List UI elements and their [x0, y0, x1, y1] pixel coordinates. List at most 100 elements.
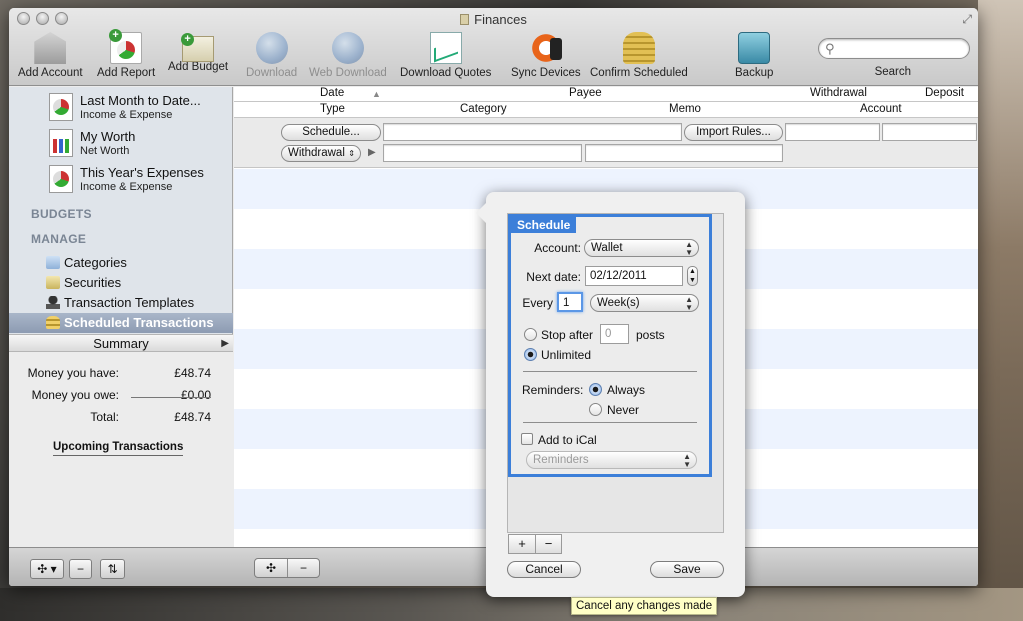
reminders-always-radio[interactable]	[589, 383, 602, 396]
disclosure-triangle-icon[interactable]: ▶	[221, 335, 229, 352]
date-column-header[interactable]: Date	[320, 87, 344, 99]
budgets-heading: BUDGETS	[31, 207, 92, 221]
next-date-field[interactable]: 02/12/2011	[585, 266, 683, 286]
reminders-never-radio[interactable]	[589, 403, 602, 416]
summary-divider	[131, 397, 211, 398]
sort-ascending-icon: ▲	[372, 89, 381, 99]
summary-title: Summary	[93, 336, 149, 351]
coins-icon	[46, 316, 60, 329]
confirm-scheduled-button[interactable]: Confirm Scheduled	[590, 32, 688, 79]
cancel-button[interactable]: Cancel	[507, 561, 581, 578]
remove-schedule-button[interactable]: −	[535, 535, 561, 553]
divider	[523, 422, 697, 423]
every-interval-field[interactable]: 1	[557, 292, 583, 312]
import-rules-button[interactable]: Import Rules...	[684, 124, 783, 141]
title-bar: Finances ⤢ Add Account + Add Report + Ad…	[9, 8, 978, 86]
category-field[interactable]	[383, 144, 582, 162]
reminders-select-value: Reminders	[533, 454, 589, 466]
reminders-select[interactable]: Reminders ▲ ▼	[526, 451, 697, 469]
add-report-button[interactable]: + Add Report	[97, 29, 156, 79]
schedule-section: Schedule Account: Wallet ▲ ▼ Next date: 0…	[508, 214, 712, 477]
save-button[interactable]: Save	[650, 561, 724, 578]
upcoming-transactions-link[interactable]: Upcoming Transactions	[53, 441, 184, 456]
summary-value: £0.00	[180, 388, 211, 402]
cancel-tooltip: Cancel any changes made	[571, 597, 718, 615]
deposit-field[interactable]	[882, 123, 977, 141]
sidebar-item-label: Scheduled Transactions	[64, 315, 214, 330]
sidebar-item-label: Securities	[64, 275, 122, 290]
schedule-button[interactable]: Schedule...	[281, 124, 381, 141]
add-report-label: Add Report	[97, 67, 156, 79]
backup-icon	[738, 32, 771, 64]
add-budget-label: Add Budget	[168, 61, 229, 73]
sync-devices-button[interactable]: Sync Devices	[511, 32, 581, 79]
summary-value: £48.74	[174, 410, 211, 424]
add-transaction-button[interactable]: ✣	[255, 559, 287, 577]
backup-button[interactable]: Backup	[735, 32, 773, 79]
sync-icon	[529, 32, 562, 64]
search-input[interactable]	[841, 42, 961, 54]
pie-chart-icon	[49, 165, 73, 193]
sidebar-report-this-year[interactable]: This Year's Expenses Income & Expense	[9, 161, 233, 197]
remove-button[interactable]: −	[69, 559, 92, 579]
summary-label: Money you have:	[27, 366, 119, 380]
split-disclosure-icon[interactable]: ▶	[368, 147, 376, 158]
sidebar-item-categories[interactable]: Categories	[9, 253, 233, 273]
memo-field[interactable]	[585, 144, 783, 162]
type-select[interactable]: Withdrawal ⇕	[281, 145, 361, 162]
stop-after-radio[interactable]	[524, 328, 537, 341]
schedule-section-title: Schedule	[511, 217, 577, 233]
summary-value: £48.74	[174, 366, 211, 380]
sync-devices-label: Sync Devices	[511, 67, 581, 79]
document-icon	[460, 14, 470, 25]
add-schedule-button[interactable]: +	[509, 535, 535, 553]
add-budget-button[interactable]: + Add Budget	[168, 32, 228, 73]
type-column-header[interactable]: Type	[320, 103, 345, 115]
add-to-ical-label: Add to iCal	[538, 433, 597, 447]
remove-transaction-button[interactable]: −	[287, 559, 319, 577]
sort-toggle-button[interactable]: ⇅	[100, 559, 125, 579]
payee-column-header[interactable]: Payee	[569, 87, 602, 99]
stop-after-count-field[interactable]: 0	[600, 324, 629, 344]
add-to-ical-checkbox[interactable]	[521, 433, 533, 445]
schedule-add-remove: + −	[508, 534, 562, 554]
sidebar-item-securities[interactable]: Securities	[9, 273, 233, 293]
web-download-label: Web Download	[309, 67, 387, 79]
report-title: Last Month to Date...	[80, 93, 201, 108]
add-account-button[interactable]: Add Account	[18, 32, 83, 79]
report-subtitle: Income & Expense	[80, 181, 173, 193]
web-download-button[interactable]: Web Download	[309, 32, 387, 79]
account-column-header[interactable]: Account	[860, 103, 902, 115]
sidebar-report-my-worth[interactable]: My Worth Net Worth	[9, 125, 233, 161]
account-select-value: Wallet	[591, 242, 623, 254]
fullscreen-icon[interactable]: ⤢	[962, 12, 972, 27]
search-field[interactable]: ⚲	[818, 38, 970, 59]
deposit-column-header[interactable]: Deposit	[925, 87, 964, 99]
web-download-icon	[331, 32, 364, 64]
date-stepper[interactable]: ▲ ▼	[687, 266, 698, 286]
period-select[interactable]: Week(s) ▲ ▼	[590, 294, 699, 312]
schedule-popover: Schedule Account: Wallet ▲ ▼ Next date: 0…	[476, 192, 745, 597]
account-select[interactable]: Wallet ▲ ▼	[584, 239, 699, 257]
updown-arrows-icon: ▲ ▼	[685, 240, 693, 257]
sidebar-item-scheduled-transactions[interactable]: Scheduled Transactions	[9, 313, 233, 333]
search-icon: ⚲	[825, 41, 835, 56]
payee-field[interactable]	[383, 123, 682, 141]
sidebar-report-last-month[interactable]: Last Month to Date... Income & Expense	[9, 89, 233, 125]
sidebar-item-transaction-templates[interactable]: Transaction Templates	[9, 293, 233, 313]
download-button[interactable]: Download	[246, 32, 297, 79]
add-menu-button[interactable]: ✣ ▾	[30, 559, 64, 579]
summary-toggle[interactable]: Summary ▶	[9, 334, 233, 352]
report-title: My Worth	[80, 129, 136, 144]
report-subtitle: Income & Expense	[80, 109, 173, 121]
period-select-value: Week(s)	[597, 297, 640, 309]
stamp-icon	[46, 296, 60, 309]
category-column-header[interactable]: Category	[460, 103, 507, 115]
report-title: This Year's Expenses	[80, 165, 204, 180]
posts-label: posts	[636, 328, 665, 342]
memo-column-header[interactable]: Memo	[669, 103, 701, 115]
withdrawal-field[interactable]	[785, 123, 880, 141]
download-quotes-button[interactable]: Download Quotes	[400, 32, 491, 79]
withdrawal-column-header[interactable]: Withdrawal	[810, 87, 867, 99]
unlimited-radio[interactable]	[524, 348, 537, 361]
